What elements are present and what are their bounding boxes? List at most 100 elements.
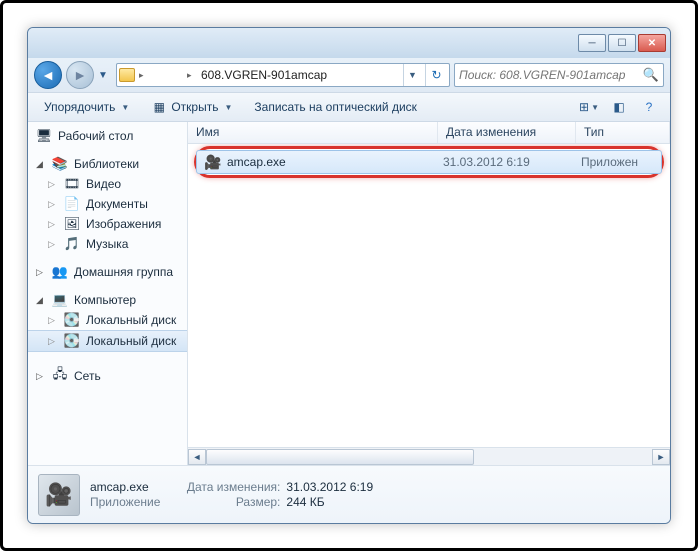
nav-sidebar: 🖥 Рабочий стол ◢ 📚 Библиотеки ▷ 🎞 Видео …	[28, 122, 188, 465]
nav-row: ◄ ► ▼ ▸ ▸ 608.VGREN-901amcap ▼ ↻ 🔍	[28, 58, 670, 92]
exe-icon: 🎥	[203, 153, 223, 171]
details-date-label: Дата изменения:	[170, 480, 280, 495]
sidebar-item-pictures[interactable]: ▷ 🖼 Изображения	[28, 214, 187, 234]
nav-history-dropdown[interactable]: ▼	[98, 70, 112, 81]
open-label: Открыть	[171, 100, 218, 114]
details-filename: amcap.exe	[90, 480, 160, 495]
column-name[interactable]: Имя	[188, 122, 438, 143]
help-button[interactable]: ?	[636, 96, 662, 118]
sidebar-item-label: Локальный диск	[86, 334, 176, 348]
expand-icon: ▷	[48, 336, 58, 347]
documents-icon: 📄	[64, 196, 80, 212]
scroll-track[interactable]	[206, 449, 652, 465]
sidebar-item-video[interactable]: ▷ 🎞 Видео	[28, 174, 187, 194]
drive-icon: 💽	[64, 333, 80, 349]
sidebar-item-documents[interactable]: ▷ 📄 Документы	[28, 194, 187, 214]
expand-icon: ▷	[48, 239, 58, 250]
burn-button[interactable]: Записать на оптический диск	[246, 97, 425, 117]
sidebar-item-network[interactable]: ▷ 🖧 Сеть	[28, 366, 187, 386]
file-list[interactable]: 🎥 amcap.exe 31.03.2012 6:19 Приложен	[188, 144, 670, 447]
sidebar-item-computer[interactable]: ◢ 💻 Компьютер	[28, 290, 187, 310]
file-area: Имя Дата изменения Тип 🎥 amcap.exe 31.03…	[188, 122, 670, 465]
search-input[interactable]	[459, 68, 639, 82]
preview-pane-button[interactable]: ◧	[606, 96, 632, 118]
scroll-right-button[interactable]: ►	[652, 449, 670, 465]
sidebar-item-label: Рабочий стол	[58, 129, 133, 143]
details-pane: 🎥 amcap.exe Приложение Дата изменения: 3…	[28, 465, 670, 523]
sidebar-item-label: Музыка	[86, 237, 128, 251]
computer-icon: 💻	[52, 292, 68, 308]
sidebar-item-label: Локальный диск	[86, 313, 176, 327]
details-main: amcap.exe Приложение	[90, 480, 160, 510]
expand-icon: ▷	[36, 371, 46, 382]
sidebar-item-label: Компьютер	[74, 293, 136, 307]
open-button[interactable]: ▦ Открыть ▼	[143, 96, 240, 118]
sidebar-item-homegroup[interactable]: ▷ 👥 Домашняя группа	[28, 262, 187, 282]
burn-label: Записать на оптический диск	[254, 100, 417, 114]
breadcrumb-sep-icon: ▸	[187, 70, 197, 81]
expand-icon: ▷	[36, 267, 46, 278]
details-filetype: Приложение	[90, 495, 160, 510]
column-date[interactable]: Дата изменения	[438, 122, 576, 143]
file-large-icon: 🎥	[38, 474, 80, 516]
details-size-label: Размер:	[170, 495, 280, 510]
titlebar: ─ ☐ ✕	[28, 28, 670, 58]
column-headers: Имя Дата изменения Тип	[188, 122, 670, 144]
file-row[interactable]: 🎥 amcap.exe 31.03.2012 6:19 Приложен	[196, 150, 662, 174]
music-icon: 🎵	[64, 236, 80, 252]
app-icon: ▦	[151, 99, 167, 115]
screenshot-frame: ─ ☐ ✕ ◄ ► ▼ ▸ ▸ 608.VGREN-901amcap ▼ ↻ 🔍…	[0, 0, 698, 551]
expand-icon: ▷	[48, 315, 58, 326]
network-icon: 🖧	[52, 368, 68, 384]
folder-icon	[119, 68, 135, 82]
explorer-window: ─ ☐ ✕ ◄ ► ▼ ▸ ▸ 608.VGREN-901amcap ▼ ↻ 🔍…	[27, 27, 671, 524]
sidebar-item-label: Изображения	[86, 217, 161, 231]
file-name: amcap.exe	[227, 155, 443, 169]
sidebar-item-music[interactable]: ▷ 🎵 Музыка	[28, 234, 187, 254]
details-meta: Дата изменения: 31.03.2012 6:19 Размер: …	[170, 480, 373, 510]
address-dropdown-icon[interactable]: ▼	[403, 64, 421, 86]
sidebar-item-label: Библиотеки	[74, 157, 139, 171]
details-size-value: 244 КБ	[286, 495, 324, 510]
search-icon[interactable]: 🔍	[643, 67, 659, 83]
sidebar-item-label: Сеть	[74, 369, 101, 383]
minimize-button[interactable]: ─	[578, 34, 606, 52]
sidebar-item-localdisk-2[interactable]: ▷ 💽 Локальный диск	[28, 330, 187, 352]
homegroup-icon: 👥	[52, 264, 68, 280]
scroll-thumb[interactable]	[206, 449, 474, 465]
expand-icon: ◢	[36, 295, 46, 306]
sidebar-item-libraries[interactable]: ◢ 📚 Библиотеки	[28, 154, 187, 174]
body: 🖥 Рабочий стол ◢ 📚 Библиотеки ▷ 🎞 Видео …	[28, 122, 670, 465]
details-date-value: 31.03.2012 6:19	[286, 480, 373, 495]
chevron-down-icon: ▼	[224, 103, 232, 112]
address-path: 608.VGREN-901amcap	[201, 68, 399, 82]
forward-button[interactable]: ►	[66, 61, 94, 89]
organize-label: Упорядочить	[44, 100, 115, 114]
maximize-button[interactable]: ☐	[608, 34, 636, 52]
sidebar-item-label: Домашняя группа	[74, 265, 173, 279]
view-options-button[interactable]: ⊞▼	[576, 96, 602, 118]
sidebar-item-label: Документы	[86, 197, 148, 211]
pictures-icon: 🖼	[64, 216, 80, 232]
sidebar-item-label: Видео	[86, 177, 121, 191]
desktop-icon: 🖥	[36, 128, 52, 144]
expand-icon: ▷	[48, 219, 58, 230]
address-bar[interactable]: ▸ ▸ 608.VGREN-901amcap ▼ ↻	[116, 63, 450, 87]
sidebar-item-localdisk-1[interactable]: ▷ 💽 Локальный диск	[28, 310, 187, 330]
search-box[interactable]: 🔍	[454, 63, 664, 87]
file-type: Приложен	[581, 155, 661, 169]
organize-button[interactable]: Упорядочить ▼	[36, 97, 137, 117]
drive-icon: 💽	[64, 312, 80, 328]
expand-icon: ▷	[48, 199, 58, 210]
expand-icon: ◢	[36, 159, 46, 170]
horizontal-scrollbar[interactable]: ◄ ►	[188, 447, 670, 465]
scroll-left-button[interactable]: ◄	[188, 449, 206, 465]
close-button[interactable]: ✕	[638, 34, 666, 52]
breadcrumb-sep-icon: ▸	[139, 70, 149, 81]
refresh-button[interactable]: ↻	[425, 64, 447, 86]
expand-icon: ▷	[48, 179, 58, 190]
column-type[interactable]: Тип	[576, 122, 670, 143]
back-button[interactable]: ◄	[34, 61, 62, 89]
chevron-down-icon: ▼	[121, 103, 129, 112]
sidebar-item-desktop[interactable]: 🖥 Рабочий стол	[28, 126, 187, 146]
